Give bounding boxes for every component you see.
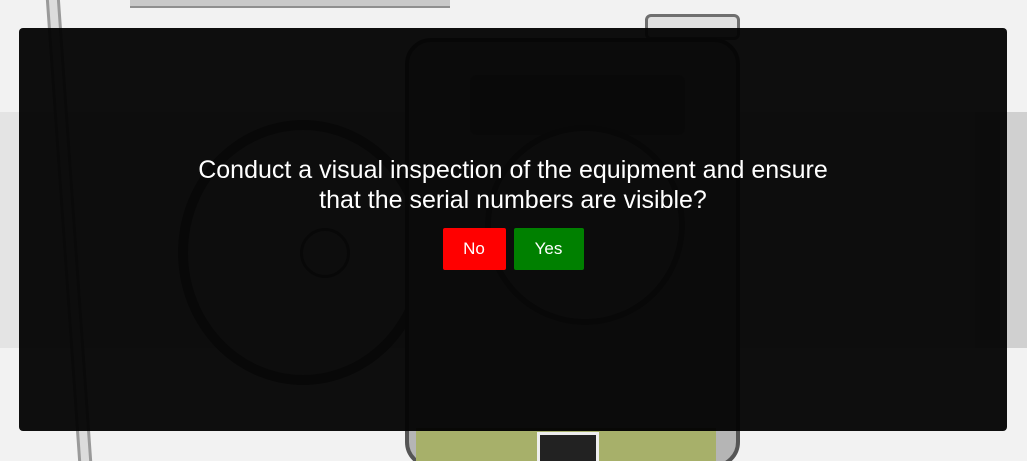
dialog-question-line-2: that the serial numbers are visible? bbox=[319, 186, 707, 214]
background-shelf bbox=[130, 0, 450, 8]
dialog-question: Conduct a visual inspection of the equip… bbox=[133, 155, 893, 215]
dialog-question-line-1: Conduct a visual inspection of the equip… bbox=[198, 156, 828, 184]
inspection-dialog: Conduct a visual inspection of the equip… bbox=[19, 28, 1007, 431]
dialog-actions: No Yes bbox=[442, 228, 584, 270]
background-serial-label bbox=[537, 432, 599, 461]
no-button[interactable]: No bbox=[442, 228, 506, 270]
yes-button[interactable]: Yes bbox=[513, 228, 584, 270]
